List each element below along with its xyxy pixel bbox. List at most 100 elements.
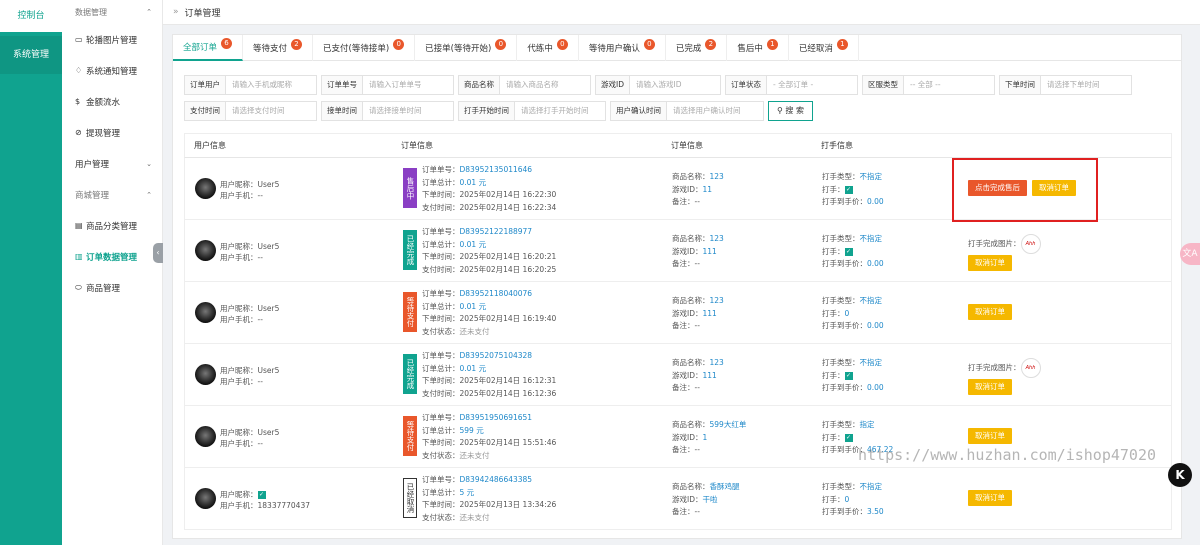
check-icon: ✓: [844, 433, 853, 442]
user-confirm-time-input[interactable]: 请选择用户确认时间: [666, 101, 764, 121]
filter-label: 订单状态: [725, 75, 766, 95]
goods-label: 商品名称：: [672, 234, 710, 243]
translate-icon[interactable]: 文A: [1180, 243, 1200, 265]
sidebar-item-carousel[interactable]: ▭ 轮播图片管理: [62, 24, 162, 55]
done-image-thumbnail[interactable]: Ahh: [1020, 358, 1041, 378]
search-button-label: 搜 索: [785, 106, 804, 115]
search-button[interactable]: ⚲ 搜 索: [768, 101, 813, 121]
accept-time-input[interactable]: 请选择接单时间: [362, 101, 454, 121]
order-info: 订单单号：D83952118040076 订单总计：0.01 元下单时间：2025…: [422, 288, 556, 338]
tab-completed[interactable]: 已完成 2: [666, 35, 728, 61]
tab-all-orders[interactable]: 全部订单 6: [173, 35, 244, 61]
order-no-input[interactable]: 请输入订单单号: [362, 75, 454, 95]
order-time-input[interactable]: 请选择下单时间: [1040, 75, 1132, 95]
share-label: 打手到手价：: [822, 507, 867, 516]
third-label: 支付时间：: [422, 388, 460, 398]
avatar: [195, 488, 216, 509]
note-value: --: [694, 197, 700, 206]
sidebar-group-mall[interactable]: 商城管理 ⌃: [62, 179, 162, 210]
player-type: 不指定: [859, 482, 883, 491]
check-icon: ✓: [844, 185, 853, 194]
tab-in-progress[interactable]: 代练中 0: [517, 35, 579, 61]
game-id-label: 游戏ID：: [672, 184, 703, 194]
tab-label: 已完成: [675, 44, 702, 54]
sidebar-group-users[interactable]: 用户管理 ⌄: [62, 148, 162, 179]
order-no-link[interactable]: D83952122188977: [460, 227, 533, 236]
image-icon: ▭: [75, 35, 83, 44]
floating-app-icon[interactable]: K: [1168, 463, 1192, 487]
cancel-order-button[interactable]: 取消订单: [968, 255, 1012, 271]
sidebar-item-goods[interactable]: ⬭ 商品管理: [62, 272, 162, 303]
sidebar-item-cashflow[interactable]: $ 金额流水: [62, 86, 162, 117]
sidebar-group-label: 用户管理: [75, 159, 110, 170]
player-label: 打手：: [822, 432, 845, 442]
sidebar-item-label: 提现管理: [86, 128, 121, 139]
order-status-select[interactable]: - 全部订单 -: [766, 75, 858, 95]
sidebar-group-data[interactable]: 数据管理 ⌃: [62, 0, 162, 24]
chat-icon: ⬭: [75, 282, 82, 292]
player-share: 0.00: [867, 383, 884, 392]
count-badge: 0: [393, 38, 405, 50]
sidebar-item-label: 商品管理: [86, 283, 121, 294]
note-label: 备注：: [672, 197, 695, 206]
player-value: 0: [844, 308, 850, 318]
cancel-order-button[interactable]: 取消订单: [968, 379, 1012, 395]
note-value: --: [694, 383, 700, 392]
game-id: 111: [702, 246, 717, 256]
user-info: 用户昵称：User5 用户手机：--: [220, 365, 279, 387]
status-badge: 售后中: [403, 168, 417, 208]
sidebar-collapse-icon[interactable]: ‹: [153, 243, 163, 263]
total-label: 订单总计：: [422, 177, 460, 187]
breadcrumb-separator-icon: »: [173, 7, 179, 17]
status-badge: 已经完成: [403, 354, 417, 394]
server-type-select[interactable]: -- 全部 --: [903, 75, 995, 95]
sidebar-item-category[interactable]: ▤ 商品分类管理: [62, 210, 162, 241]
goods-name-input[interactable]: 请输入商品名称: [499, 75, 591, 95]
order-user-input[interactable]: 请输入手机或昵称: [225, 75, 317, 95]
player-start-time-input[interactable]: 请选择打手开始时间: [514, 101, 606, 121]
game-id-input[interactable]: 请输入游戏ID: [629, 75, 721, 95]
player-type: 不指定: [859, 358, 883, 367]
table-row: 用户昵称：✓ 用户手机：18337770437 已经取消 订单单号：D83942486…: [184, 468, 1172, 530]
tab-wait-confirm[interactable]: 等待用户确认 0: [579, 35, 666, 61]
system-management-tab[interactable]: 系统管理: [0, 36, 62, 74]
tab-cancelled[interactable]: 已经取消 1: [789, 35, 859, 61]
goods-label: 商品名称：: [672, 482, 710, 491]
order-info: 订单单号：D83951950691651 订单总计：599 元下单时间：2025年…: [422, 412, 556, 462]
tab-label: 已接单(等待开始): [425, 44, 492, 54]
player-type-label: 打手类型：: [822, 296, 860, 305]
count-badge: 6: [221, 37, 233, 49]
cancel-order-button[interactable]: 取消订单: [968, 304, 1012, 320]
done-image-thumbnail[interactable]: Ahh: [1020, 234, 1041, 254]
order-no-link[interactable]: D83952135011646: [460, 165, 533, 174]
table-row: 用户昵称：User5 用户手机：-- 等待支付 订单单号：D8395211804007…: [184, 282, 1172, 344]
order-no-link[interactable]: D83952118040076: [460, 289, 533, 298]
tab-label: 已经取消: [798, 44, 833, 54]
cancel-order-button[interactable]: 取消订单: [968, 490, 1012, 506]
tab-after-sale[interactable]: 售后中 1: [727, 35, 789, 61]
order-no-link[interactable]: D83951950691651: [460, 413, 533, 422]
created-label: 下单时间：: [422, 438, 460, 447]
calendar-icon: ▤: [75, 221, 83, 230]
user-phone: --: [257, 439, 263, 448]
tab-accepted[interactable]: 已接单(等待开始) 0: [415, 35, 518, 61]
sidebar-item-label: 订单数据管理: [86, 252, 138, 263]
cancel-order-button[interactable]: 取消订单: [968, 428, 1012, 444]
sidebar-item-notice[interactable]: ♢ 系统通知管理: [62, 55, 162, 86]
player-info: 打手类型：不指定 打手：0 打手到手价：0.00: [822, 295, 884, 333]
check-icon: ✓: [844, 247, 853, 256]
user-info: 用户昵称：User5 用户手机：--: [220, 427, 279, 449]
filter-label: 游戏ID: [595, 75, 629, 95]
console-tab[interactable]: 控制台: [0, 0, 62, 32]
pay-time-input[interactable]: 请选择支付时间: [225, 101, 317, 121]
user-nickname: User5: [257, 366, 280, 375]
filter-row: 订单用户 请输入手机或昵称 订单单号 请输入订单单号 商品名称 请输入商品名称 游戏I…: [184, 75, 1136, 95]
tab-paid[interactable]: 已支付(等待接单) 0: [313, 35, 416, 61]
sidebar-item-withdraw[interactable]: ⊘ 提现管理: [62, 117, 162, 148]
tab-wait-pay[interactable]: 等待支付 2: [243, 35, 314, 61]
user-info: 用户昵称：User5 用户手机：--: [220, 241, 279, 263]
table-header: 用户信息 订单信息 订单信息 打手信息: [184, 133, 1172, 158]
order-no-link[interactable]: D83942486643385: [460, 475, 533, 484]
sidebar-item-orders[interactable]: ▥ 订单数据管理: [62, 241, 162, 272]
order-no-link[interactable]: D83952075104328: [460, 351, 533, 360]
